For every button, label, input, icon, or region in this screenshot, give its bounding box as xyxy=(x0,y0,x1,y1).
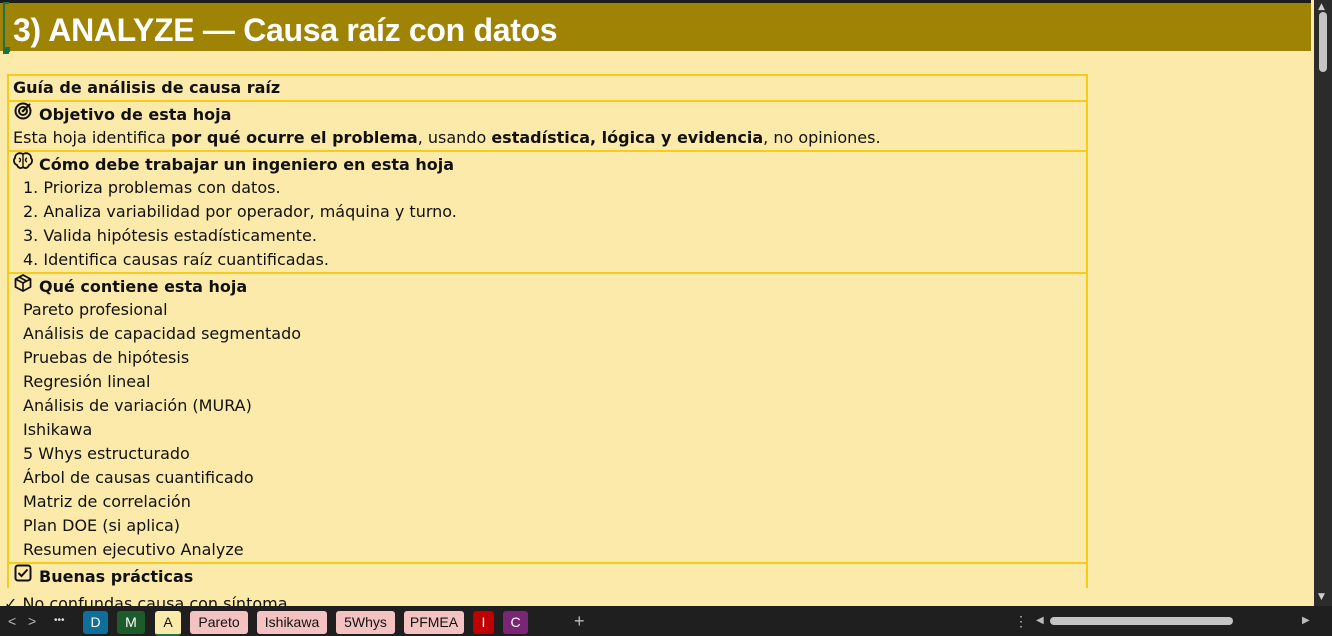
objective-text-e: , no opiniones. xyxy=(763,128,881,147)
worksheet[interactable]: 3) ANALYZE — Causa raíz con datos Guía d… xyxy=(0,0,1311,606)
title-banner[interactable]: 3) ANALYZE — Causa raíz con datos xyxy=(0,0,1311,51)
tab-next-icon[interactable]: > xyxy=(28,613,36,629)
howto-step: 2. Analiza variabilidad por operador, má… xyxy=(23,202,457,221)
grid-header-strip xyxy=(0,0,1311,3)
contents-item: Ishikawa xyxy=(23,420,93,439)
scroll-up-arrow-icon[interactable]: ▲ xyxy=(1318,2,1325,12)
tab-pfmea[interactable]: PFMEA xyxy=(404,611,464,634)
objective-text: Esta hoja identifica por qué ocurre el p… xyxy=(13,126,1086,150)
objective-section: Objetivo de esta hoja Esta hoja identifi… xyxy=(9,102,1086,152)
brain-icon xyxy=(13,152,33,177)
contents-item: Análisis de variación (MURA) xyxy=(23,396,252,415)
tab-ishikawa[interactable]: Ishikawa xyxy=(257,611,327,634)
contents-heading: Qué contiene esta hoja xyxy=(39,277,248,296)
objective-text-a: Esta hoja identifica xyxy=(13,128,171,147)
contents-heading-row: Qué contiene esta hoja xyxy=(13,274,1086,298)
tab-i[interactable]: I xyxy=(473,611,494,634)
tab-5whys[interactable]: 5Whys xyxy=(336,611,395,634)
tab-c[interactable]: C xyxy=(503,611,528,634)
objective-text-d: estadística, lógica y evidencia xyxy=(491,128,764,147)
howto-heading-row: Cómo debe trabajar un ingeniero en esta … xyxy=(13,152,1086,176)
checkbox-icon xyxy=(13,564,33,589)
howto-step: 1. Prioriza problemas con datos. xyxy=(23,178,281,197)
contents-item: Resumen ejecutivo Analyze xyxy=(23,540,244,559)
practices-section: Buenas prácticas xyxy=(9,564,1086,588)
practices-first-item: ✓ No confundas causa con síntoma xyxy=(4,594,288,606)
objective-text-b: por qué ocurre el problema xyxy=(170,128,418,147)
contents-item: Pareto profesional xyxy=(23,300,168,319)
practices-heading-row: Buenas prácticas xyxy=(13,564,1086,588)
add-sheet-icon[interactable]: + xyxy=(574,611,585,632)
contents-item: Matriz de correlación xyxy=(23,492,191,511)
sheet-title: 3) ANALYZE — Causa raíz con datos xyxy=(13,12,558,48)
tab-pareto[interactable]: Pareto xyxy=(190,611,248,634)
target-icon xyxy=(13,102,33,127)
more-tabs-icon[interactable]: ••• xyxy=(54,615,65,626)
hscroll-left-icon[interactable]: ◀ xyxy=(1036,615,1044,626)
howto-heading: Cómo debe trabajar un ingeniero en esta … xyxy=(39,155,455,174)
objective-heading-row: Objetivo de esta hoja xyxy=(13,102,1086,126)
guide-heading: Guía de análisis de causa raíz xyxy=(13,78,281,97)
vertical-scroll-thumb[interactable] xyxy=(1319,12,1327,72)
tab-options-icon[interactable]: ⋮ xyxy=(1014,613,1028,630)
scroll-down-arrow-icon[interactable]: ▼ xyxy=(1318,592,1325,602)
tab-d[interactable]: D xyxy=(83,611,108,634)
contents-item: Análisis de capacidad segmentado xyxy=(23,324,302,343)
objective-text-c: , usando xyxy=(417,128,492,147)
root-cause-guide: Guía de análisis de causa raíz Objetivo … xyxy=(7,74,1088,588)
vertical-scrollbar[interactable]: ▲ ▼ xyxy=(1314,0,1332,606)
hscroll-right-icon[interactable]: ▶ xyxy=(1302,615,1310,626)
howto-section: Cómo debe trabajar un ingeniero en esta … xyxy=(9,152,1086,274)
contents-item: Regresión lineal xyxy=(23,372,151,391)
guide-header-section: Guía de análisis de causa raíz xyxy=(9,76,1086,102)
tab-prev-icon[interactable]: < xyxy=(8,613,16,629)
tab-a-active[interactable]: A xyxy=(155,611,181,636)
fill-handle[interactable] xyxy=(5,47,10,52)
contents-item: Árbol de causas cuantificado xyxy=(23,468,254,487)
horizontal-scroll-thumb[interactable] xyxy=(1050,617,1233,625)
howto-step: 4. Identifica causas raíz cuantificadas. xyxy=(23,250,329,269)
objective-heading: Objetivo de esta hoja xyxy=(39,105,232,124)
package-icon xyxy=(13,274,33,299)
howto-step: 3. Valida hipótesis estadísticamente. xyxy=(23,226,317,245)
practices-heading: Buenas prácticas xyxy=(39,567,194,586)
contents-item: Plan DOE (si aplica) xyxy=(23,516,181,535)
contents-item: Pruebas de hipótesis xyxy=(23,348,190,367)
tab-m[interactable]: M xyxy=(117,611,145,634)
contents-item: 5 Whys estructurado xyxy=(23,444,190,463)
contents-section: Qué contiene esta hoja Pareto profesiona… xyxy=(9,274,1086,564)
